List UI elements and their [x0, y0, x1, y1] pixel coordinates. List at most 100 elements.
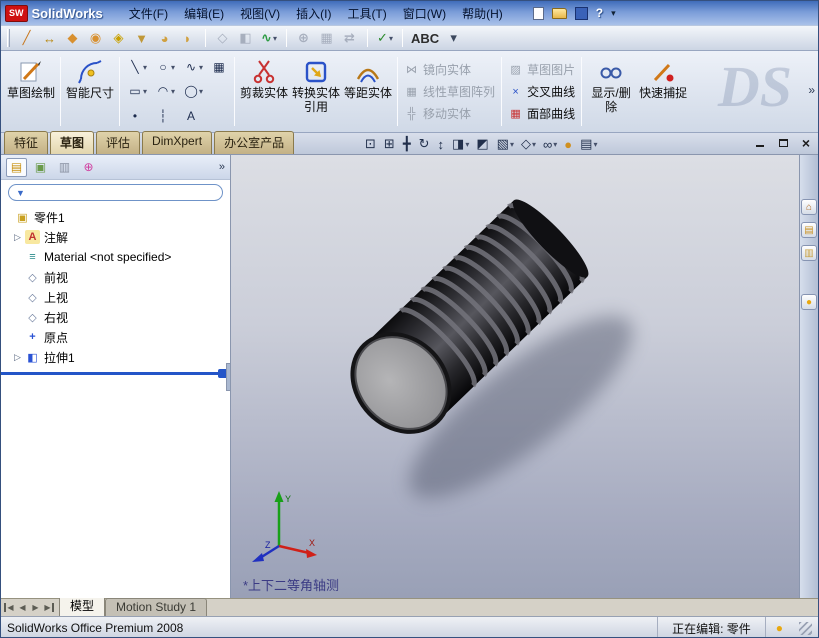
move-entities-item[interactable]: ╬ 移动实体	[404, 105, 495, 122]
quick-toolbar-chevron-icon[interactable]: ▾	[611, 8, 616, 19]
component-pattern-icon[interactable]: ▦	[317, 28, 337, 48]
panel-chevron-icon[interactable]: »	[219, 161, 225, 173]
tab-scroll-last-icon[interactable]: ▶	[43, 603, 54, 612]
dimension-tool-icon[interactable]: ↔	[40, 28, 60, 48]
quick-snaps-button[interactable]: 快速捕捉	[637, 53, 689, 130]
ellipse-tool-icon[interactable]: ◯ ▾	[181, 79, 205, 103]
swept-tool-icon[interactable]: ◈	[109, 28, 129, 48]
dimxpertmanager-tab[interactable]: ⊕	[78, 158, 99, 177]
line-tool-icon[interactable]: ╲ ▾	[125, 55, 149, 79]
graphics-area[interactable]: Y X Z *上下二等角轴测	[231, 155, 799, 598]
convert-entities-button[interactable]: 转换实体引用	[290, 53, 342, 130]
mirror-entities-item[interactable]: ⋈ 镜向实体	[404, 61, 495, 78]
menu-window[interactable]: 窗口(W)	[395, 2, 454, 25]
tree-item-front-plane[interactable]: ◇ 前视	[1, 267, 230, 287]
open-document-icon[interactable]	[551, 7, 567, 19]
view-orientation-icon[interactable]: ▧ ▾	[495, 135, 516, 153]
restore-window-icon[interactable]	[776, 137, 790, 150]
tree-item-top-plane[interactable]: ◇ 上视	[1, 287, 230, 307]
smart-dimension-button[interactable]: 智能尺寸	[64, 53, 116, 130]
fillet-tool-icon[interactable]: ◕	[155, 28, 175, 48]
expand-arrow-icon[interactable]: ▷	[14, 352, 25, 363]
tab-features[interactable]: 特征	[4, 131, 49, 154]
spell-checker-icon[interactable]: ABC	[410, 28, 441, 48]
chamfer-tool-icon[interactable]: ◗	[178, 28, 198, 48]
rectangle-tool-icon[interactable]: ▭ ▾	[125, 79, 149, 103]
menu-edit[interactable]: 编辑(E)	[176, 2, 232, 25]
mate-icon[interactable]: ⊕	[294, 28, 314, 48]
zoom-fit-icon[interactable]: ⊡	[363, 135, 379, 153]
tab-office-products[interactable]: 办公室产品	[214, 131, 295, 154]
tab-evaluate[interactable]: 评估	[96, 131, 141, 154]
tree-item-annotations[interactable]: ▷ A 注解	[1, 227, 230, 247]
menu-file[interactable]: 文件(F)	[121, 2, 176, 25]
circle-tool-icon[interactable]: ○ ▾	[153, 55, 177, 79]
centerline-tool-icon[interactable]: ┆	[153, 104, 177, 128]
rotate-view-icon[interactable]: ↻	[417, 135, 433, 153]
apply-scene-icon[interactable]: ▤ ▾	[578, 135, 599, 153]
tab-dimxpert[interactable]: DimXpert	[142, 131, 213, 154]
construction-grid-icon[interactable]: ▦	[209, 55, 229, 79]
display-style-icon[interactable]: ◇ ▾	[519, 135, 538, 153]
cm-overflow-icon[interactable]: »	[808, 83, 815, 97]
menu-insert[interactable]: 插入(I)	[288, 2, 339, 25]
rollback-bar[interactable]	[1, 369, 230, 378]
minimize-window-icon[interactable]	[753, 137, 767, 150]
menu-help[interactable]: 帮助(H)	[454, 2, 511, 25]
spline-tool-icon[interactable]: ∿ ▾	[181, 55, 205, 79]
curves-icon[interactable]: ∿ ▾	[259, 28, 279, 48]
linear-sketch-pattern-item[interactable]: ▦ 线性草图阵列	[404, 83, 495, 100]
expand-arrow-icon[interactable]: ▷	[14, 232, 25, 243]
tree-item-material[interactable]: ≡ Material <not specified>	[1, 247, 230, 267]
tree-item-part[interactable]: ▣ 零件1	[1, 207, 230, 227]
propertymanager-tab[interactable]: ▣	[30, 158, 51, 177]
hide-show-items-icon[interactable]: ∞ ▾	[541, 136, 559, 153]
extrude-tool-icon[interactable]: ◆	[63, 28, 83, 48]
face-curves-item[interactable]: ▦ 面部曲线	[508, 105, 575, 122]
text-tool-icon[interactable]: A	[181, 104, 205, 128]
tab-scroll-first-icon[interactable]: ◀	[4, 603, 15, 612]
tree-item-right-plane[interactable]: ◇ 右视	[1, 307, 230, 327]
solidworks-resources-icon[interactable]: ⌂	[801, 199, 817, 215]
intersection-curve-item[interactable]: × 交叉曲线	[508, 83, 575, 100]
sketch-button[interactable]: 草图绘制	[5, 53, 57, 130]
design-library-icon[interactable]: ▤	[801, 222, 817, 238]
file-explorer-icon[interactable]: ▥	[801, 245, 817, 261]
design-checker-icon[interactable]: ✓ ▾	[375, 28, 395, 48]
help-icon[interactable]: ?	[596, 6, 603, 20]
tree-item-origin[interactable]: + 原点	[1, 327, 230, 347]
resize-grip[interactable]	[799, 621, 812, 635]
tab-model[interactable]: 模型	[59, 595, 106, 616]
offset-entities-button[interactable]: 等距实体	[342, 53, 394, 130]
zoom-area-icon[interactable]: ⊞	[382, 135, 398, 153]
menu-tools[interactable]: 工具(T)	[339, 2, 394, 25]
tab-scroll-next-icon[interactable]: ▶	[30, 603, 41, 612]
section-view-icon[interactable]: ◩	[474, 135, 491, 153]
configurationmanager-tab[interactable]: ▥	[54, 158, 75, 177]
tab-motion-study-1[interactable]: Motion Study 1	[105, 598, 208, 616]
toolbar-grip[interactable]	[7, 29, 10, 47]
sketch-tool-icon[interactable]: ╱	[17, 28, 37, 48]
arc-tool-icon[interactable]: ◠ ▾	[153, 79, 177, 103]
toolbar-overflow-icon[interactable]: ▾	[444, 28, 464, 48]
save-icon[interactable]	[574, 6, 588, 20]
trim-entities-button[interactable]: 剪裁实体	[238, 53, 290, 130]
close-window-icon[interactable]: ×	[799, 136, 813, 150]
loft-tool-icon[interactable]: ▼	[132, 28, 152, 48]
pan-icon[interactable]: ╋	[401, 135, 414, 153]
featuremanager-tab[interactable]: ▤	[6, 157, 27, 177]
tab-scroll-prev-icon[interactable]: ◀	[17, 603, 28, 612]
reference-geometry-icon[interactable]: ◇	[213, 28, 233, 48]
zoom-inout-icon[interactable]: ↕	[436, 136, 448, 153]
appearances-icon[interactable]: ●	[801, 294, 817, 310]
standard-views-icon[interactable]: ◨ ▾	[450, 135, 471, 153]
revolve-tool-icon[interactable]: ◉	[86, 28, 106, 48]
tree-filter-input[interactable]: ▼	[8, 184, 223, 201]
move-component-icon[interactable]: ⇄	[340, 28, 360, 48]
sketch-picture-item[interactable]: ▨ 草图图片	[508, 61, 575, 78]
new-document-icon[interactable]	[532, 6, 544, 20]
edit-appearance-icon[interactable]: ●	[562, 136, 575, 153]
instant3d-icon[interactable]: ◧	[236, 28, 256, 48]
menu-view[interactable]: 视图(V)	[232, 2, 288, 25]
tab-sketch[interactable]: 草图	[50, 131, 95, 154]
